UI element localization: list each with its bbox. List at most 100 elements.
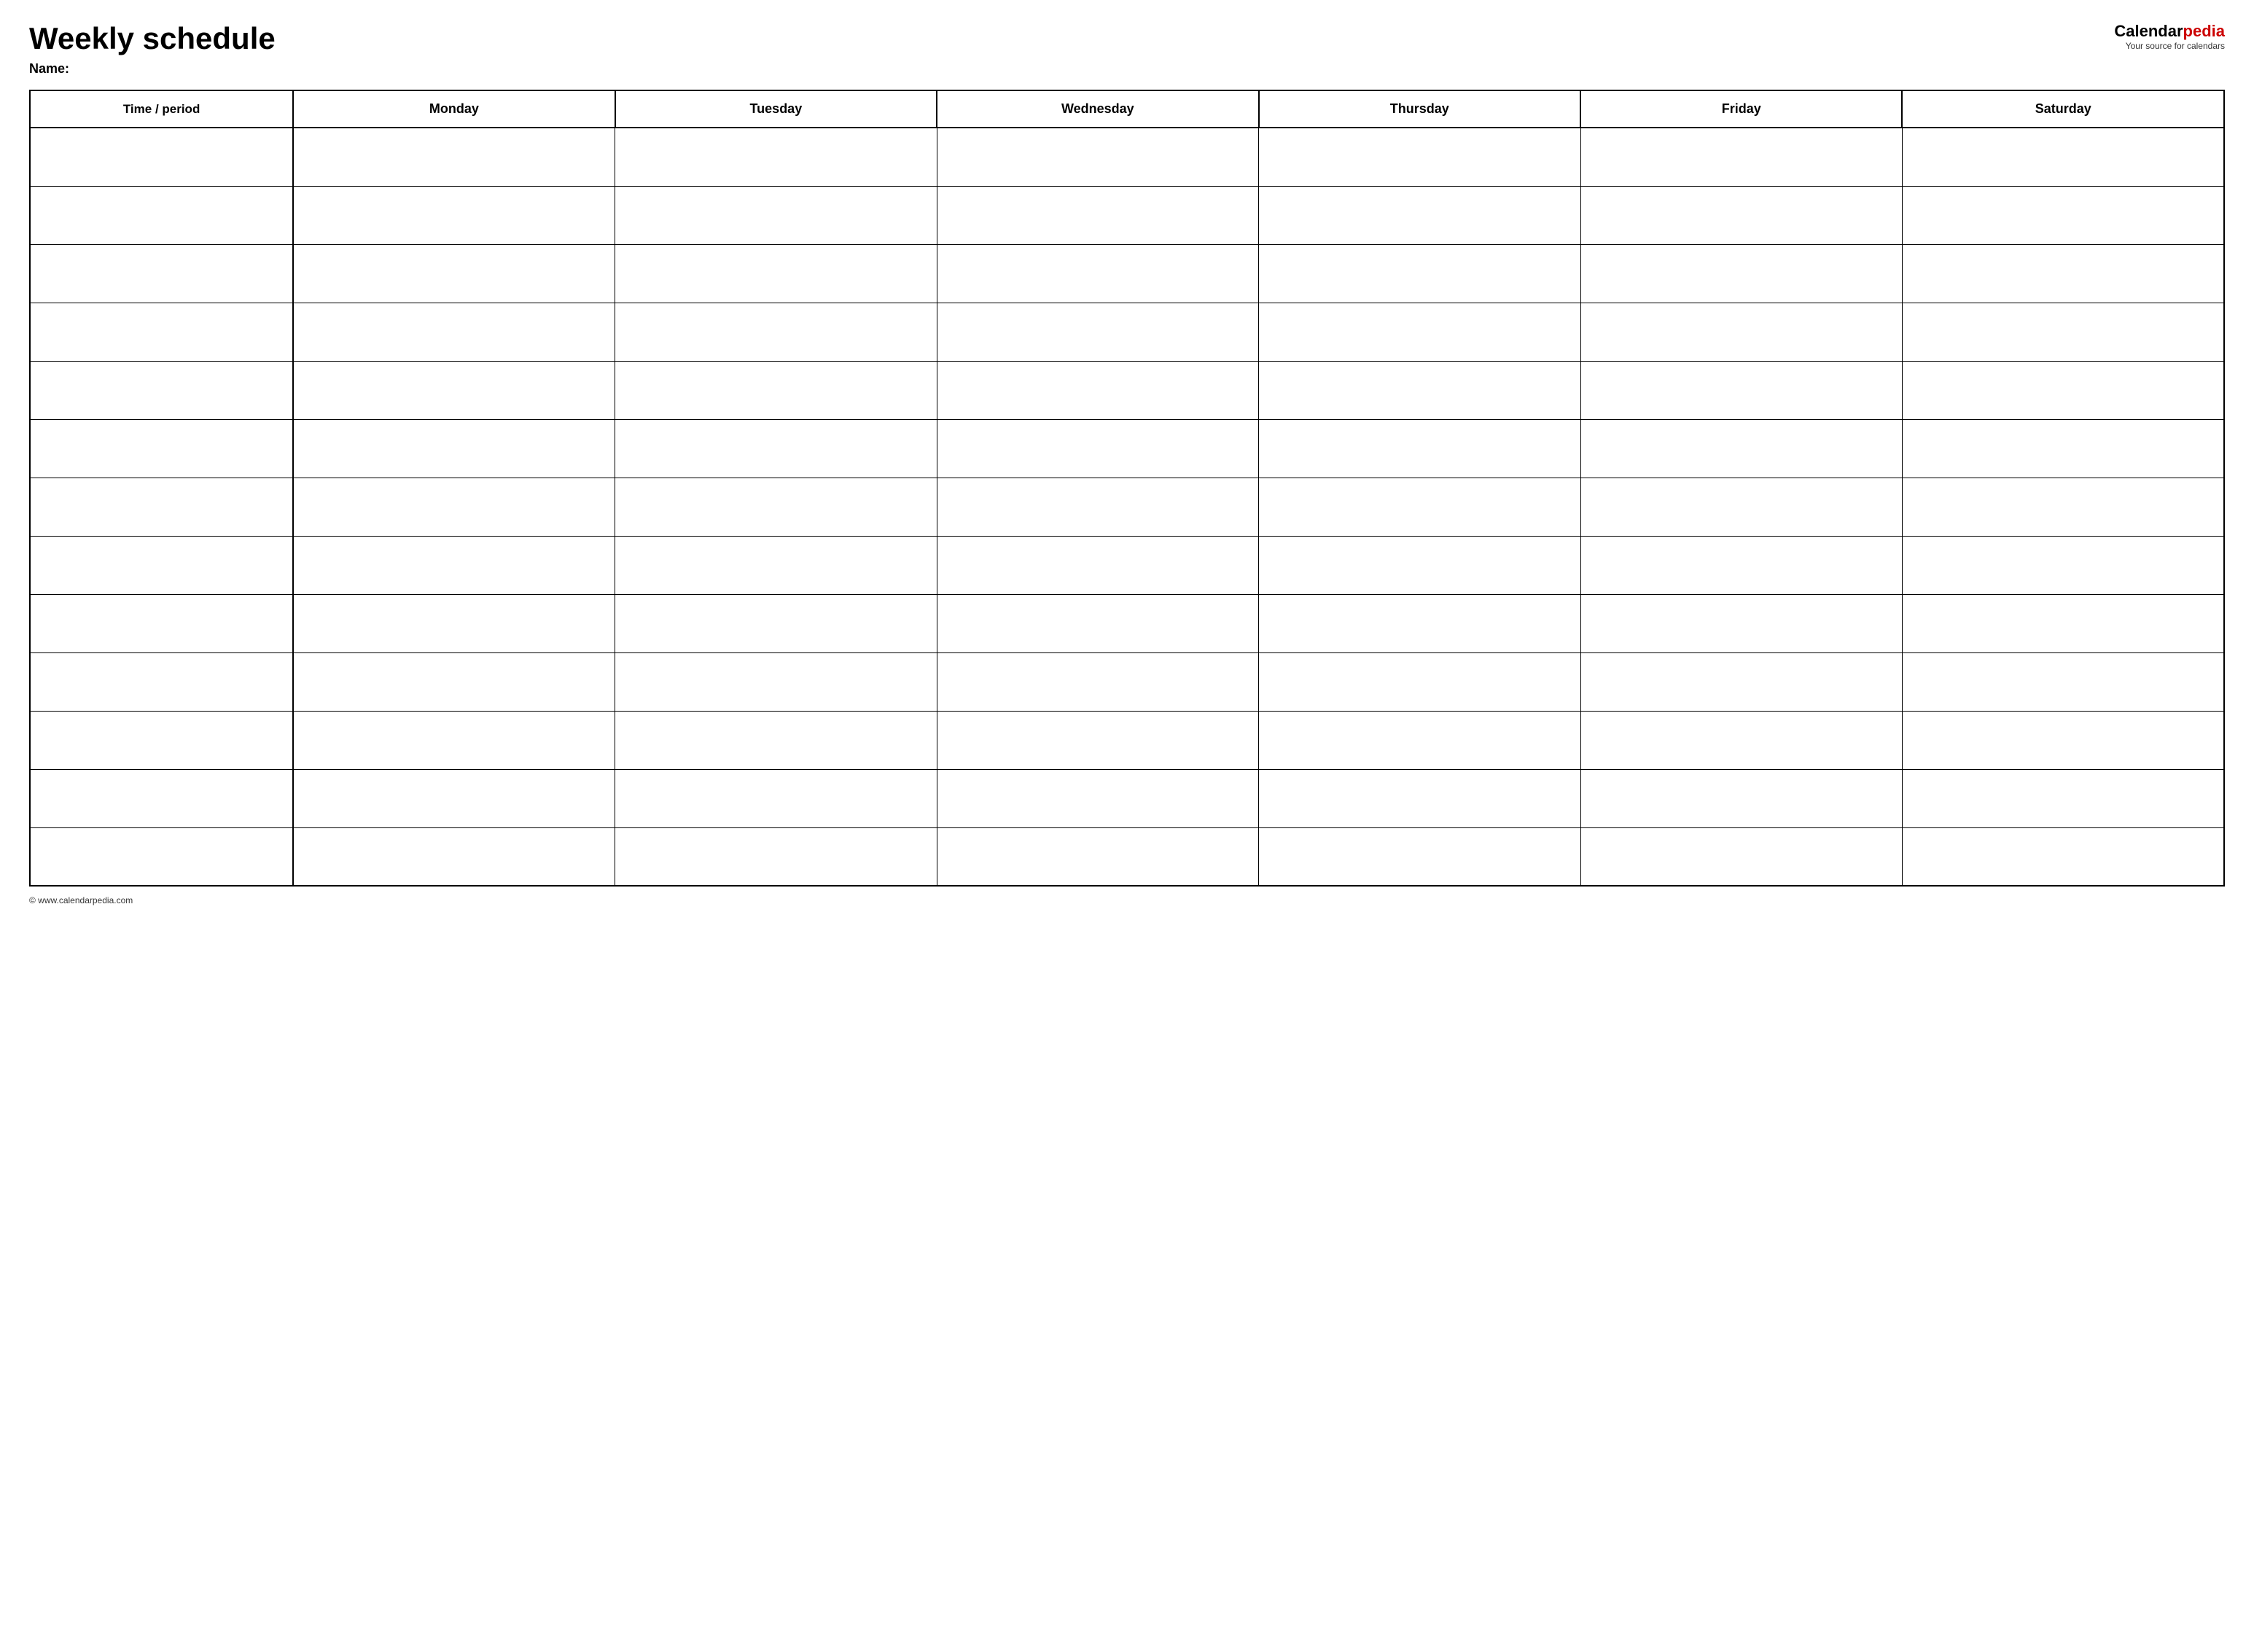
friday-cell: [1580, 827, 1902, 886]
friday-cell: [1580, 244, 1902, 303]
monday-cell: [293, 827, 615, 886]
col-header-saturday: Saturday: [1902, 90, 2224, 128]
logo-text: Calendarpedia: [2114, 22, 2225, 41]
monday-cell: [293, 652, 615, 711]
time-cell: [30, 361, 293, 419]
thursday-cell: [1259, 186, 1580, 244]
col-header-monday: Monday: [293, 90, 615, 128]
footer: © www.calendarpedia.com: [29, 895, 2225, 905]
page-title: Weekly schedule: [29, 22, 276, 55]
monday-cell: [293, 478, 615, 536]
friday-cell: [1580, 419, 1902, 478]
col-header-tuesday: Tuesday: [615, 90, 937, 128]
wednesday-cell: [937, 478, 1258, 536]
table-row: [30, 769, 2224, 827]
monday-cell: [293, 303, 615, 361]
saturday-cell: [1902, 594, 2224, 652]
time-cell: [30, 652, 293, 711]
monday-cell: [293, 361, 615, 419]
friday-cell: [1580, 303, 1902, 361]
saturday-cell: [1902, 711, 2224, 769]
wednesday-cell: [937, 536, 1258, 594]
tuesday-cell: [615, 536, 937, 594]
tuesday-cell: [615, 419, 937, 478]
tuesday-cell: [615, 186, 937, 244]
wednesday-cell: [937, 361, 1258, 419]
time-cell: [30, 303, 293, 361]
tuesday-cell: [615, 361, 937, 419]
friday-cell: [1580, 478, 1902, 536]
saturday-cell: [1902, 244, 2224, 303]
table-row: [30, 128, 2224, 186]
table-row: [30, 478, 2224, 536]
monday-cell: [293, 594, 615, 652]
saturday-cell: [1902, 419, 2224, 478]
wednesday-cell: [937, 186, 1258, 244]
table-row: [30, 594, 2224, 652]
friday-cell: [1580, 128, 1902, 186]
time-cell: [30, 769, 293, 827]
weekly-schedule-table: Time / period Monday Tuesday Wednesday T…: [29, 90, 2225, 887]
name-label: Name:: [29, 61, 276, 77]
wednesday-cell: [937, 128, 1258, 186]
table-row: [30, 827, 2224, 886]
time-cell: [30, 419, 293, 478]
col-header-wednesday: Wednesday: [937, 90, 1258, 128]
title-area: Weekly schedule Name:: [29, 22, 276, 77]
table-row: [30, 536, 2224, 594]
friday-cell: [1580, 361, 1902, 419]
time-cell: [30, 186, 293, 244]
logo-pedia: pedia: [2183, 22, 2225, 40]
table-row: [30, 361, 2224, 419]
monday-cell: [293, 244, 615, 303]
monday-cell: [293, 536, 615, 594]
time-cell: [30, 478, 293, 536]
saturday-cell: [1902, 827, 2224, 886]
monday-cell: [293, 186, 615, 244]
friday-cell: [1580, 711, 1902, 769]
footer-url: © www.calendarpedia.com: [29, 895, 133, 905]
saturday-cell: [1902, 478, 2224, 536]
thursday-cell: [1259, 419, 1580, 478]
col-header-time: Time / period: [30, 90, 293, 128]
thursday-cell: [1259, 536, 1580, 594]
logo-calendar: Calendar: [2114, 22, 2183, 40]
logo-area: Calendarpedia Your source for calendars: [2114, 22, 2225, 51]
wednesday-cell: [937, 594, 1258, 652]
friday-cell: [1580, 536, 1902, 594]
time-cell: [30, 827, 293, 886]
monday-cell: [293, 769, 615, 827]
table-row: [30, 711, 2224, 769]
table-header-row: Time / period Monday Tuesday Wednesday T…: [30, 90, 2224, 128]
monday-cell: [293, 128, 615, 186]
saturday-cell: [1902, 652, 2224, 711]
monday-cell: [293, 711, 615, 769]
tuesday-cell: [615, 827, 937, 886]
friday-cell: [1580, 186, 1902, 244]
tuesday-cell: [615, 594, 937, 652]
thursday-cell: [1259, 711, 1580, 769]
thursday-cell: [1259, 594, 1580, 652]
time-cell: [30, 244, 293, 303]
time-cell: [30, 128, 293, 186]
friday-cell: [1580, 594, 1902, 652]
time-cell: [30, 594, 293, 652]
tuesday-cell: [615, 303, 937, 361]
tuesday-cell: [615, 711, 937, 769]
wednesday-cell: [937, 769, 1258, 827]
page-header: Weekly schedule Name: Calendarpedia Your…: [29, 22, 2225, 77]
table-row: [30, 652, 2224, 711]
saturday-cell: [1902, 769, 2224, 827]
saturday-cell: [1902, 361, 2224, 419]
thursday-cell: [1259, 361, 1580, 419]
thursday-cell: [1259, 303, 1580, 361]
wednesday-cell: [937, 303, 1258, 361]
saturday-cell: [1902, 303, 2224, 361]
wednesday-cell: [937, 827, 1258, 886]
saturday-cell: [1902, 128, 2224, 186]
wednesday-cell: [937, 711, 1258, 769]
wednesday-cell: [937, 652, 1258, 711]
thursday-cell: [1259, 827, 1580, 886]
tuesday-cell: [615, 478, 937, 536]
table-row: [30, 244, 2224, 303]
